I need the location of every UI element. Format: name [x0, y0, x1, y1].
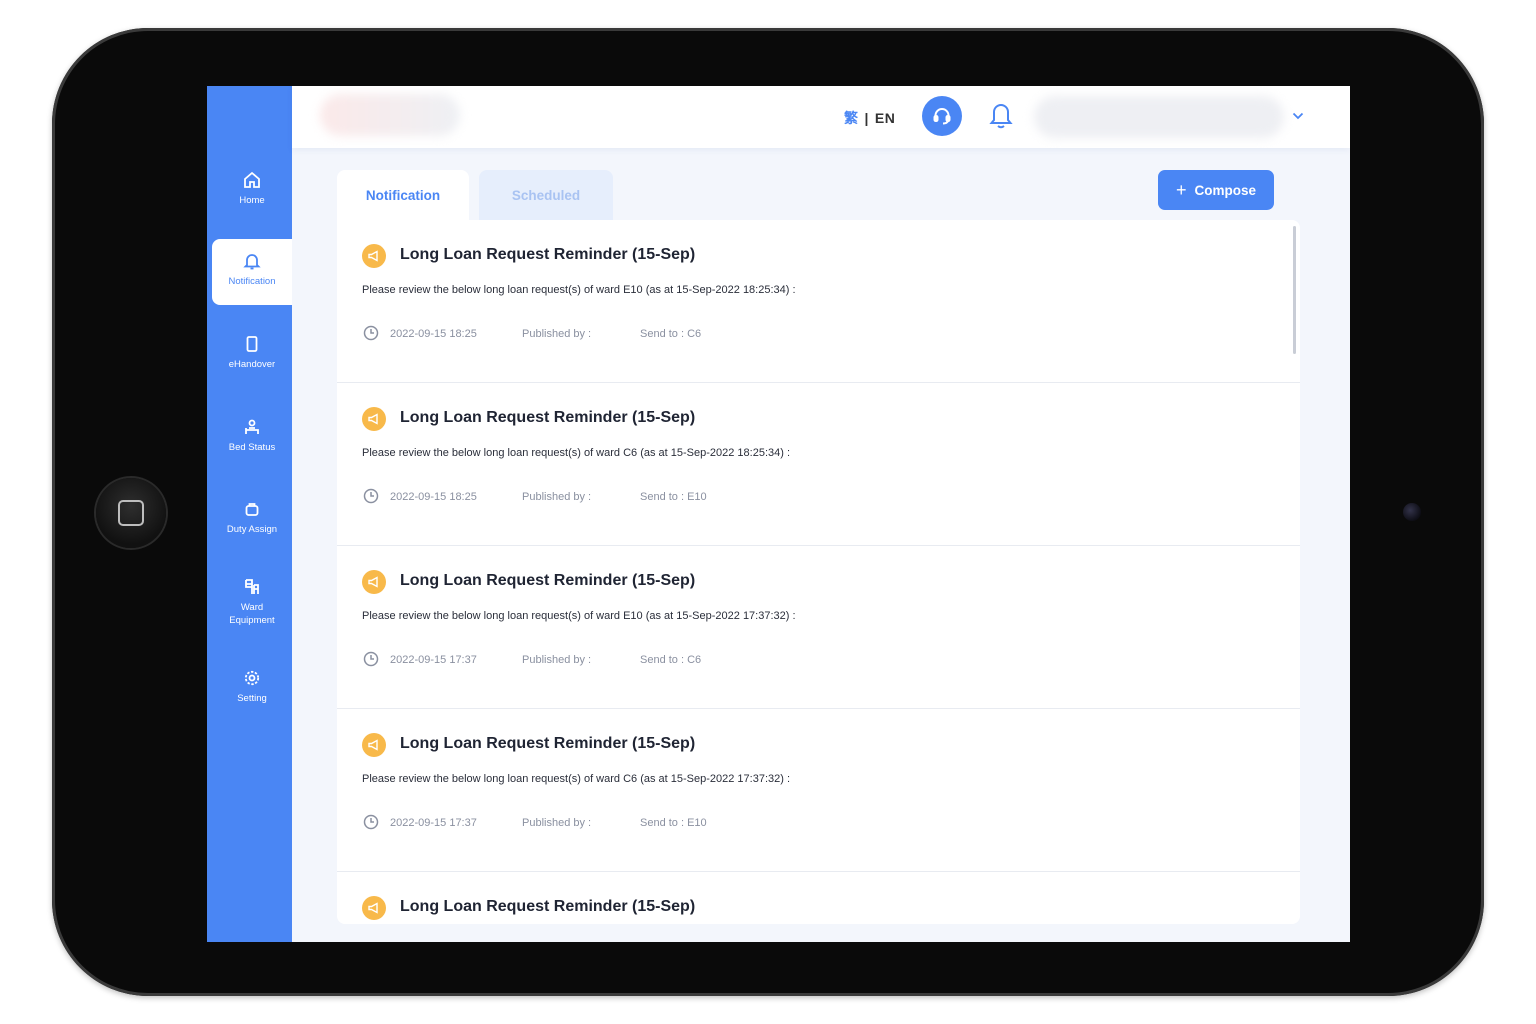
- app-screen: Home Notification eHandover Bed Status D…: [207, 86, 1350, 942]
- notification-send-to: Send to : C6: [640, 328, 702, 340]
- list-item[interactable]: Long Loan Request Reminder (15-Sep) Plea…: [337, 383, 1300, 546]
- tablet-icon: [246, 336, 258, 352]
- notification-message: Please review the below long loan reques…: [362, 447, 791, 459]
- lang-zh[interactable]: 繁: [844, 110, 859, 126]
- support-button[interactable]: [922, 96, 962, 136]
- sidebar: Home Notification eHandover Bed Status D…: [207, 86, 292, 942]
- sidebar-item-label: Bed Status: [228, 442, 276, 453]
- notification-published-by: Published by :: [522, 817, 592, 829]
- clock-icon: [363, 325, 379, 341]
- logo-redacted: [320, 94, 460, 136]
- sidebar-item-label: Home: [239, 195, 265, 206]
- bell-icon: [243, 254, 261, 270]
- compose-label: Compose: [1194, 182, 1257, 198]
- notification-send-to: Send to : E10: [640, 491, 707, 503]
- notification-published-by: Published by :: [522, 328, 592, 340]
- megaphone-icon: [362, 407, 386, 431]
- list-scrollbar[interactable]: [1293, 226, 1296, 354]
- notification-title: Long Loan Request Reminder (15-Sep): [400, 246, 696, 263]
- headset-icon: [933, 108, 951, 125]
- notification-title: Long Loan Request Reminder (15-Sep): [400, 572, 696, 589]
- notification-published-by: Published by :: [522, 491, 592, 503]
- notification-title: Long Loan Request Reminder (15-Sep): [400, 898, 696, 915]
- home-icon: [244, 171, 260, 188]
- sidebar-item-label: Ward Equipment: [229, 602, 275, 626]
- tab-scheduled[interactable]: Scheduled: [479, 170, 613, 220]
- language-switch[interactable]: 繁 | EN: [844, 108, 895, 128]
- sidebar-item-ward-equipment[interactable]: Ward Equipment: [212, 565, 292, 643]
- clock-icon: [363, 814, 379, 830]
- tablet-home-button: [96, 478, 166, 548]
- sidebar-item-bed-status[interactable]: Bed Status: [212, 405, 292, 471]
- notification-list: Long Loan Request Reminder (15-Sep) Plea…: [337, 220, 1300, 924]
- clock-icon: [363, 488, 379, 504]
- sidebar-item-label: Notification: [228, 276, 276, 287]
- list-item[interactable]: Long Loan Request Reminder (15-Sep): [337, 872, 1300, 924]
- megaphone-icon: [362, 733, 386, 757]
- sidebar-item-ehandover[interactable]: eHandover: [212, 322, 292, 388]
- notification-title: Long Loan Request Reminder (15-Sep): [400, 409, 696, 426]
- sidebar-item-label: Duty Assign: [226, 524, 278, 535]
- briefcase-icon: [245, 503, 259, 516]
- sidebar-item-home[interactable]: Home: [212, 158, 292, 224]
- notification-send-to: Send to : E10: [640, 817, 707, 829]
- megaphone-icon: [362, 896, 386, 920]
- bell-icon: [989, 104, 1013, 129]
- notification-message: Please review the below long loan reques…: [362, 773, 791, 785]
- compose-button[interactable]: + Compose: [1158, 170, 1274, 210]
- notification-datetime: 2022-09-15 17:37: [390, 654, 477, 666]
- megaphone-icon: [362, 244, 386, 268]
- tab-notification[interactable]: Notification: [337, 170, 469, 220]
- sidebar-item-notification[interactable]: Notification: [212, 239, 292, 305]
- bed-icon: [245, 419, 259, 434]
- notification-message: Please review the below long loan reques…: [362, 610, 796, 622]
- notification-title: Long Loan Request Reminder (15-Sep): [400, 735, 696, 752]
- sidebar-item-duty-assign[interactable]: Duty Assign: [212, 487, 292, 553]
- plus-icon: +: [1175, 179, 1187, 200]
- list-item[interactable]: Long Loan Request Reminder (15-Sep) Plea…: [337, 546, 1300, 709]
- chevron-down-icon[interactable]: [1292, 112, 1304, 120]
- notification-send-to: Send to : C6: [640, 654, 702, 666]
- top-bar: 繁 | EN: [292, 86, 1350, 148]
- notification-message: Please review the below long loan reques…: [362, 284, 796, 296]
- lang-separator: |: [864, 110, 869, 126]
- sidebar-item-setting[interactable]: Setting: [212, 656, 292, 722]
- notification-published-by: Published by :: [522, 654, 592, 666]
- list-item[interactable]: Long Loan Request Reminder (15-Sep) Plea…: [337, 220, 1300, 383]
- notification-bell-button[interactable]: [988, 100, 1014, 135]
- equipment-icon: [245, 579, 259, 594]
- sidebar-item-label: eHandover: [228, 359, 276, 370]
- notification-datetime: 2022-09-15 18:25: [390, 328, 477, 340]
- lang-en[interactable]: EN: [875, 110, 895, 126]
- sidebar-item-label: Setting: [237, 693, 267, 704]
- list-item[interactable]: Long Loan Request Reminder (15-Sep) Plea…: [337, 709, 1300, 872]
- notification-datetime: 2022-09-15 18:25: [390, 491, 477, 503]
- tablet-camera: [1403, 503, 1421, 521]
- clock-icon: [363, 651, 379, 667]
- notification-datetime: 2022-09-15 17:37: [390, 817, 477, 829]
- user-menu-redacted[interactable]: [1034, 96, 1284, 138]
- gear-icon: [244, 670, 260, 686]
- megaphone-icon: [362, 570, 386, 594]
